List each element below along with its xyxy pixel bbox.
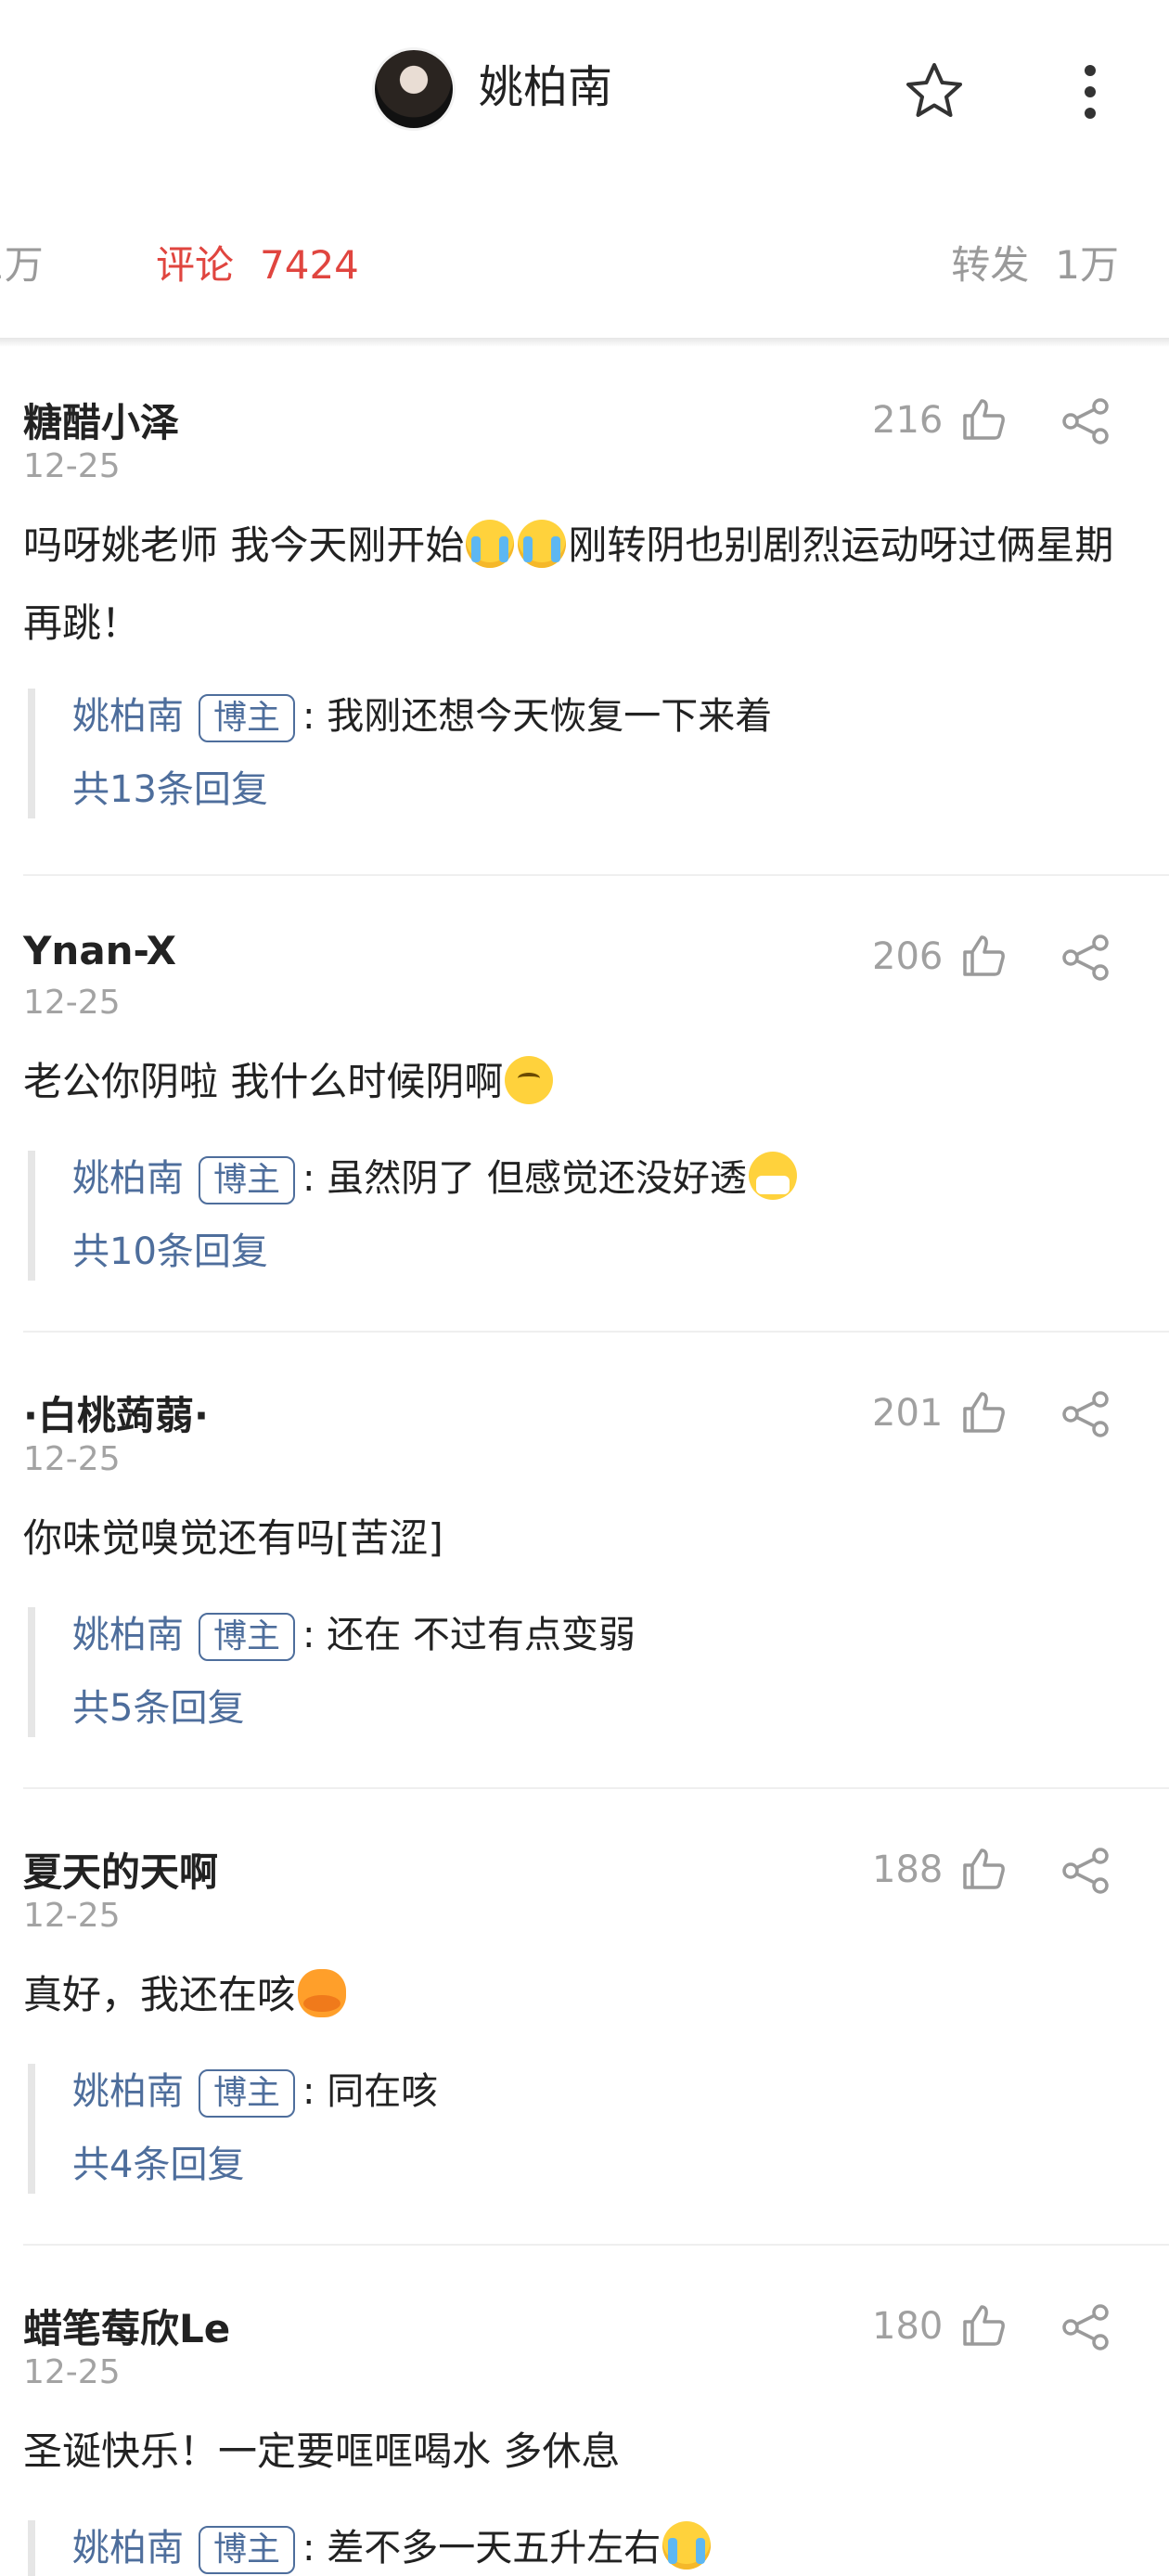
blogger-badge: 博主: [199, 2069, 296, 2118]
tab-reposts-count: 1万: [1055, 242, 1119, 288]
reply-line: 姚柏南 博主: 差不多一天五升左右: [72, 2520, 713, 2576]
blogger-badge: 博主: [199, 1613, 296, 1661]
reply-text: 我刚还想今天恢复一下来着: [327, 695, 773, 738]
thumbs-up-icon[interactable]: [959, 395, 1008, 444]
reply-count-link[interactable]: 共4条回复: [72, 2134, 244, 2188]
share-icon[interactable]: [1058, 1847, 1113, 1895]
share-icon[interactable]: [1058, 2303, 1113, 2351]
top-bar: 姚柏南: [0, 0, 1169, 186]
like-count: 180: [872, 2305, 944, 2348]
blogger-badge: 博主: [199, 1156, 296, 1204]
avatar[interactable]: [375, 50, 453, 128]
reply-text: 虽然阴了 但感觉还没好透: [327, 1157, 747, 1200]
sad-emoji-icon: [505, 1056, 554, 1104]
tab-reposts[interactable]: 转发 1万: [951, 234, 1119, 290]
comment-date: 12-25: [23, 984, 121, 1022]
tab-bar: 1万 评论 7424 转发 1万: [0, 213, 1169, 306]
divider: [23, 2244, 1169, 2246]
reply-author[interactable]: 姚柏南: [72, 1157, 184, 1200]
reply-text: 还在 不过有点变弱: [327, 1614, 636, 1656]
like-count: 206: [872, 935, 944, 978]
blogger-badge: 博主: [199, 694, 296, 742]
comment-text: 圣诞快乐！一定要哐哐喝水 多休息: [23, 2428, 621, 2474]
comment-author[interactable]: ·白桃蒟蒻·: [23, 1385, 209, 1441]
tab-reposts-label: 转发: [951, 242, 1030, 288]
share-icon[interactable]: [1058, 397, 1113, 445]
tab-divider: [0, 338, 1169, 347]
tab-likes-partial[interactable]: 1万: [0, 234, 44, 290]
reply-author[interactable]: 姚柏南: [72, 1614, 184, 1656]
thumbs-up-icon[interactable]: [959, 1388, 1008, 1436]
share-icon[interactable]: [1058, 934, 1113, 982]
reply-count-link[interactable]: 共10条回复: [72, 1221, 268, 1275]
crying-emoji-icon: [518, 520, 567, 568]
reply-line: 姚柏南 博主: 还在 不过有点变弱: [72, 1607, 636, 1663]
comment-author[interactable]: 夏天的天啊: [23, 1841, 218, 1898]
comment-text: 真好，我还在咳: [23, 1956, 1137, 2034]
comment-author[interactable]: 蜡笔莓欣Le: [23, 2298, 230, 2354]
comment-text: 老公你阴啦 我什么时候阴啊: [23, 1043, 1137, 1121]
reply-text: 差不多一天五升左右: [327, 2527, 662, 2570]
reply-author[interactable]: 姚柏南: [72, 695, 184, 738]
reply-author[interactable]: 姚柏南: [72, 2527, 184, 2570]
divider: [23, 1331, 1169, 1333]
comment-date: 12-25: [23, 1440, 121, 1478]
reply-count-link[interactable]: 共13条回复: [72, 759, 268, 813]
page-title: 姚柏南: [479, 61, 613, 113]
reply-preview[interactable]: 姚柏南 博主: 虽然阴了 但感觉还没好透 共10条回复: [28, 1151, 1149, 1281]
thumbs-up-icon[interactable]: [959, 1845, 1008, 1893]
comment-author[interactable]: Ynan-X: [23, 928, 176, 973]
reply-preview[interactable]: 姚柏南 博主: 还在 不过有点变弱 共5条回复: [28, 1607, 1149, 1737]
mask-emoji-icon: [748, 1152, 797, 1200]
melting-emoji-icon: [298, 1969, 347, 2017]
star-icon[interactable]: [902, 59, 967, 124]
like-count: 201: [872, 1392, 944, 1435]
reply-author[interactable]: 姚柏南: [72, 2070, 184, 2113]
reply-line: 姚柏南 博主: 虽然阴了 但感觉还没好透: [72, 1151, 799, 1206]
tab-comments-label: 评论: [156, 242, 235, 288]
tab-comments[interactable]: 评论 7424: [156, 234, 359, 290]
share-icon[interactable]: [1058, 1390, 1113, 1438]
comment-text: 你味觉嗅觉还有吗[苦涩]: [23, 1515, 443, 1561]
thumbs-up-icon[interactable]: [959, 2301, 1008, 2350]
comment-date: 12-25: [23, 2353, 121, 2391]
more-icon[interactable]: [1076, 59, 1104, 124]
reply-count-link[interactable]: 共5条回复: [72, 1678, 244, 1732]
blogger-badge: 博主: [199, 2526, 296, 2574]
like-count: 216: [872, 399, 944, 442]
comment-date: 12-25: [23, 447, 121, 485]
thumbs-up-icon[interactable]: [959, 932, 1008, 980]
comment-author[interactable]: 糖醋小泽: [23, 392, 179, 448]
reply-line: 姚柏南 博主: 我刚还想今天恢复一下来着: [72, 689, 772, 744]
crying-emoji-icon: [466, 520, 515, 568]
divider: [23, 1787, 1169, 1789]
like-count: 188: [872, 1848, 944, 1891]
reply-preview[interactable]: 姚柏南 博主: 同在咳 共4条回复: [28, 2064, 1149, 2194]
comment-text: 吗呀姚老师 我今天刚开始 刚转阴也别剧烈运动呀过俩星期再跳！: [23, 507, 1137, 663]
tab-comments-count: 7424: [260, 242, 359, 288]
crying-emoji-icon: [662, 2521, 712, 2570]
divider: [23, 874, 1169, 876]
comment-item: 蜡笔莓欣Le 12-25 180 圣诞快乐！一定要哐哐喝水 多休息 姚柏南 博主:…: [0, 2298, 1169, 2576]
reply-preview[interactable]: 姚柏南 博主: 我刚还想今天恢复一下来着 共13条回复: [28, 689, 1149, 818]
comment-date: 12-25: [23, 1897, 121, 1935]
reply-text: 同在咳: [327, 2070, 439, 2113]
reply-line: 姚柏南 博主: 同在咳: [72, 2064, 438, 2119]
reply-preview[interactable]: 姚柏南 博主: 差不多一天五升左右: [28, 2520, 1149, 2576]
